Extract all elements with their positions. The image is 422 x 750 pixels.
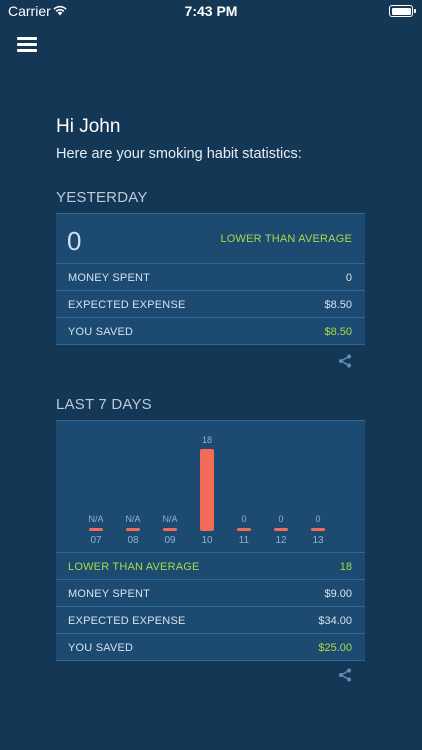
chart-value-label: N/A [88,514,104,524]
last7-bar-chart: N/A 07 N/A 08 N/A 09 18 10 0 11 0 12 0 13 [56,421,365,553]
chart-x-tick-label: 07 [90,535,102,546]
row-value: 0 [345,272,352,284]
row-value: $8.50 [324,299,352,311]
share-icon[interactable] [338,354,352,368]
row-label: LOWER THAN AVERAGE [68,561,200,573]
greeting-title: Hi John [56,116,121,137]
yesterday-row-money-spent: MONEY SPENT 0 [56,264,365,291]
chart-value-label: 0 [241,514,247,524]
greeting-subtitle: Here are your smoking habit statistics: [56,146,302,162]
chart-bar [237,528,251,531]
yesterday-card: 0 LOWER THAN AVERAGE MONEY SPENT 0 EXPEC… [56,213,365,345]
status-bar: Carrier 7:43 PM [0,0,422,24]
last7-section-title: LAST 7 DAYS [56,396,152,413]
yesterday-summary-row: 0 LOWER THAN AVERAGE [56,214,365,264]
row-value: $8.50 [324,326,352,338]
chart-bar [89,528,103,531]
chart-value-label: 18 [201,435,212,445]
row-value: $25.00 [318,642,352,654]
chart-value-label: 0 [315,514,321,524]
yesterday-count: 0 [67,226,82,256]
yesterday-status: LOWER THAN AVERAGE [220,233,352,245]
row-label: YOU SAVED [68,642,134,654]
row-label: MONEY SPENT [68,588,151,600]
row-value: 18 [339,561,352,573]
chart-x-tick-label: 13 [312,535,324,546]
last7-card: N/A 07 N/A 08 N/A 09 18 10 0 11 0 12 0 13 LOWER THAN … [56,420,365,661]
chart-x-tick-label: 10 [201,535,213,546]
last7-row-you-saved: YOU SAVED $25.00 [56,634,365,661]
chart-bar [126,528,140,531]
last7-row-status: LOWER THAN AVERAGE 18 [56,553,365,580]
chart-bar [311,528,325,531]
chart-x-tick-label: 08 [127,535,139,546]
share-icon[interactable] [338,668,352,682]
last7-row-money-spent: MONEY SPENT $9.00 [56,580,365,607]
chart-bar [274,528,288,531]
hamburger-menu-icon[interactable] [17,36,37,52]
row-value: $9.00 [324,588,352,600]
last7-row-expected-expense: EXPECTED EXPENSE $34.00 [56,607,365,634]
yesterday-section-title: YESTERDAY [56,189,148,206]
chart-value-label: 0 [278,514,284,524]
row-label: EXPECTED EXPENSE [68,615,186,627]
chart-value-label: N/A [162,514,178,524]
chart-x-tick-label: 12 [275,535,287,546]
chart-value-label: N/A [125,514,141,524]
row-value: $34.00 [318,615,352,627]
row-label: YOU SAVED [68,326,134,338]
clock: 7:43 PM [184,3,238,19]
yesterday-row-you-saved: YOU SAVED $8.50 [56,318,365,345]
chart-x-tick-label: 11 [238,535,250,546]
row-label: EXPECTED EXPENSE [68,299,186,311]
yesterday-row-expected-expense: EXPECTED EXPENSE $8.50 [56,291,365,318]
row-label: MONEY SPENT [68,272,151,284]
chart-bar [200,449,214,531]
chart-bar [163,528,177,531]
chart-x-tick-label: 09 [164,535,176,546]
battery-icon [389,5,416,17]
